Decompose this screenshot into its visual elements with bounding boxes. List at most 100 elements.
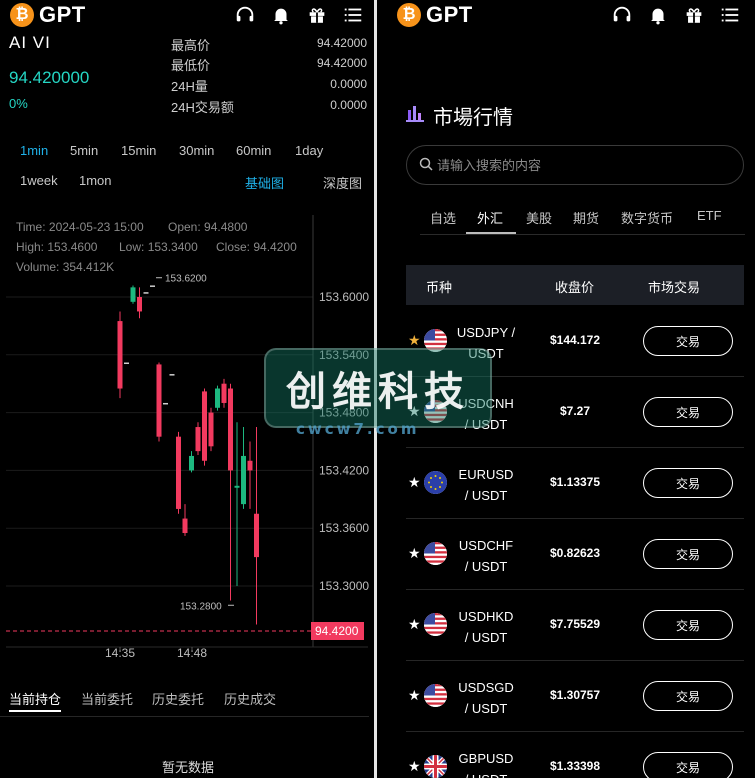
brand-logo[interactable]: ₿ GPT <box>10 2 86 28</box>
market-row[interactable]: ★ USDHKD / USDT $7.75529 交易 <box>406 590 744 661</box>
low-price-label: 最低价 <box>171 58 211 73</box>
trade-button[interactable]: 交易 <box>643 539 733 569</box>
market-row[interactable]: ★ USDSGD / USDT $1.30757 交易 <box>406 661 744 732</box>
tabs-divider <box>420 234 745 235</box>
bell-icon[interactable] <box>647 4 669 26</box>
search-box[interactable] <box>406 145 744 185</box>
pair-line-1: EURUSD <box>458 467 514 482</box>
tab-order-history[interactable]: 历史委托 <box>152 689 204 708</box>
market-row[interactable]: ★ GBPUSD / USDT $1.33398 交易 <box>406 732 744 778</box>
favorite-star-icon[interactable]: ★ <box>408 333 421 347</box>
pair-line-1: USDJPY / <box>456 325 516 340</box>
tab-etf[interactable]: ETF <box>697 208 722 223</box>
header-close-price: 收盘价 <box>555 280 595 295</box>
gift-icon[interactable] <box>306 4 328 26</box>
market-row[interactable]: ★ EURUSD / USDT $1.13375 交易 <box>406 448 744 519</box>
header-currency: 币种 <box>426 280 453 295</box>
x-tick-label: 14:35 <box>105 646 135 660</box>
candlestick-chart[interactable]: 153.6000153.5400153.4800153.4200153.3600… <box>0 205 374 675</box>
brand-name: GPT <box>39 2 86 27</box>
y-tick-label: 153.3000 <box>319 579 369 593</box>
currency-flag-icon <box>424 613 447 636</box>
timeframe-5min[interactable]: 5min <box>70 143 98 158</box>
tab-trade-history[interactable]: 历史成交 <box>224 689 276 708</box>
gift-icon[interactable] <box>683 4 705 26</box>
favorite-star-icon[interactable]: ★ <box>408 688 421 702</box>
favorite-star-icon[interactable]: ★ <box>408 546 421 560</box>
timeframe-1week[interactable]: 1week <box>20 173 58 188</box>
candle-body <box>195 427 201 452</box>
y-tick-label: 153.4200 <box>319 463 369 477</box>
tab-depth-chart[interactable]: 深度图 <box>323 173 362 192</box>
tab-basic-chart[interactable]: 基础图 <box>245 173 284 192</box>
close-price: $1.30757 <box>549 688 601 702</box>
close-price: $0.82623 <box>549 546 601 560</box>
tab-crypto[interactable]: 数字货币 <box>621 208 673 227</box>
bell-icon[interactable] <box>270 4 292 26</box>
timeframe-1min[interactable]: 1min <box>20 143 48 158</box>
max-price-label: 153.6200 <box>165 274 207 285</box>
search-input[interactable] <box>437 155 727 175</box>
trade-button[interactable]: 交易 <box>643 610 733 640</box>
tab-forex[interactable]: 外汇 <box>477 208 503 227</box>
candle-body <box>234 485 240 488</box>
tab-futures[interactable]: 期货 <box>573 208 599 227</box>
trade-button[interactable]: 交易 <box>643 397 733 427</box>
volume-24h-label: 24H量 <box>171 79 208 94</box>
bitcoin-icon: ₿ <box>10 3 34 27</box>
trade-button[interactable]: 交易 <box>643 752 733 778</box>
favorite-star-icon[interactable]: ★ <box>408 759 421 773</box>
menu-icon[interactable] <box>719 4 741 26</box>
watermark: 创维科技 <box>264 348 492 428</box>
candle-body <box>176 436 181 509</box>
search-icon <box>419 157 433 176</box>
headset-icon[interactable] <box>611 4 633 26</box>
table-header: 币种 收盘价 市场交易 <box>406 265 744 305</box>
pair-line-2: / USDT <box>464 488 508 503</box>
candle-body <box>163 402 168 405</box>
watermark-url: cwcw7.com <box>296 420 420 438</box>
pair-line-2: / USDT <box>464 559 508 574</box>
candle-body <box>228 388 233 471</box>
trade-button[interactable]: 交易 <box>643 681 733 711</box>
tab-favorites[interactable]: 自选 <box>430 208 456 227</box>
low-price-value: 94.42000 <box>316 56 367 70</box>
y-tick-label: 153.3600 <box>319 521 369 535</box>
market-row[interactable]: ★ USDCHF / USDT $0.82623 交易 <box>406 519 744 590</box>
headset-icon[interactable] <box>234 4 256 26</box>
favorite-star-icon[interactable]: ★ <box>408 617 421 631</box>
bitcoin-icon: ₿ <box>397 3 421 27</box>
header-market-trade: 市场交易 <box>648 280 701 295</box>
tab-current-orders[interactable]: 当前委托 <box>81 689 133 708</box>
currency-pair: USDHKD / USDT <box>452 606 520 648</box>
top-bar: ₿ GPT <box>0 0 374 30</box>
current-price: 94.420000 <box>9 68 90 87</box>
candle-body <box>150 285 155 287</box>
tab-current-positions[interactable]: 当前持仓 <box>9 689 61 708</box>
candle-body <box>208 412 214 447</box>
tab-us-stocks[interactable]: 美股 <box>526 208 552 227</box>
close-price: $1.33398 <box>549 759 601 773</box>
min-price-label: 153.2800 <box>180 601 222 612</box>
menu-icon[interactable] <box>342 4 364 26</box>
brand-logo[interactable]: ₿ GPT <box>397 2 473 28</box>
favorite-star-icon[interactable]: ★ <box>408 475 421 489</box>
timeframe-1day[interactable]: 1day <box>295 143 323 158</box>
trade-button[interactable]: 交易 <box>643 326 733 356</box>
brand-name: GPT <box>426 2 473 27</box>
candle-body <box>182 518 188 534</box>
candle-body <box>215 388 220 408</box>
trade-button[interactable]: 交易 <box>643 468 733 498</box>
candle-body <box>124 362 129 365</box>
timeframe-1mon[interactable]: 1mon <box>79 173 112 188</box>
candle-body <box>254 513 259 558</box>
candle-body <box>202 391 207 461</box>
candle-body <box>117 321 123 389</box>
y-tick-label: 153.6000 <box>319 290 369 304</box>
timeframe-15min[interactable]: 15min <box>121 143 156 158</box>
timeframe-60min[interactable]: 60min <box>236 143 271 158</box>
candle-body <box>143 292 149 294</box>
pair-line-1: GBPUSD <box>458 751 514 766</box>
timeframe-30min[interactable]: 30min <box>179 143 214 158</box>
header-icons <box>611 4 741 26</box>
